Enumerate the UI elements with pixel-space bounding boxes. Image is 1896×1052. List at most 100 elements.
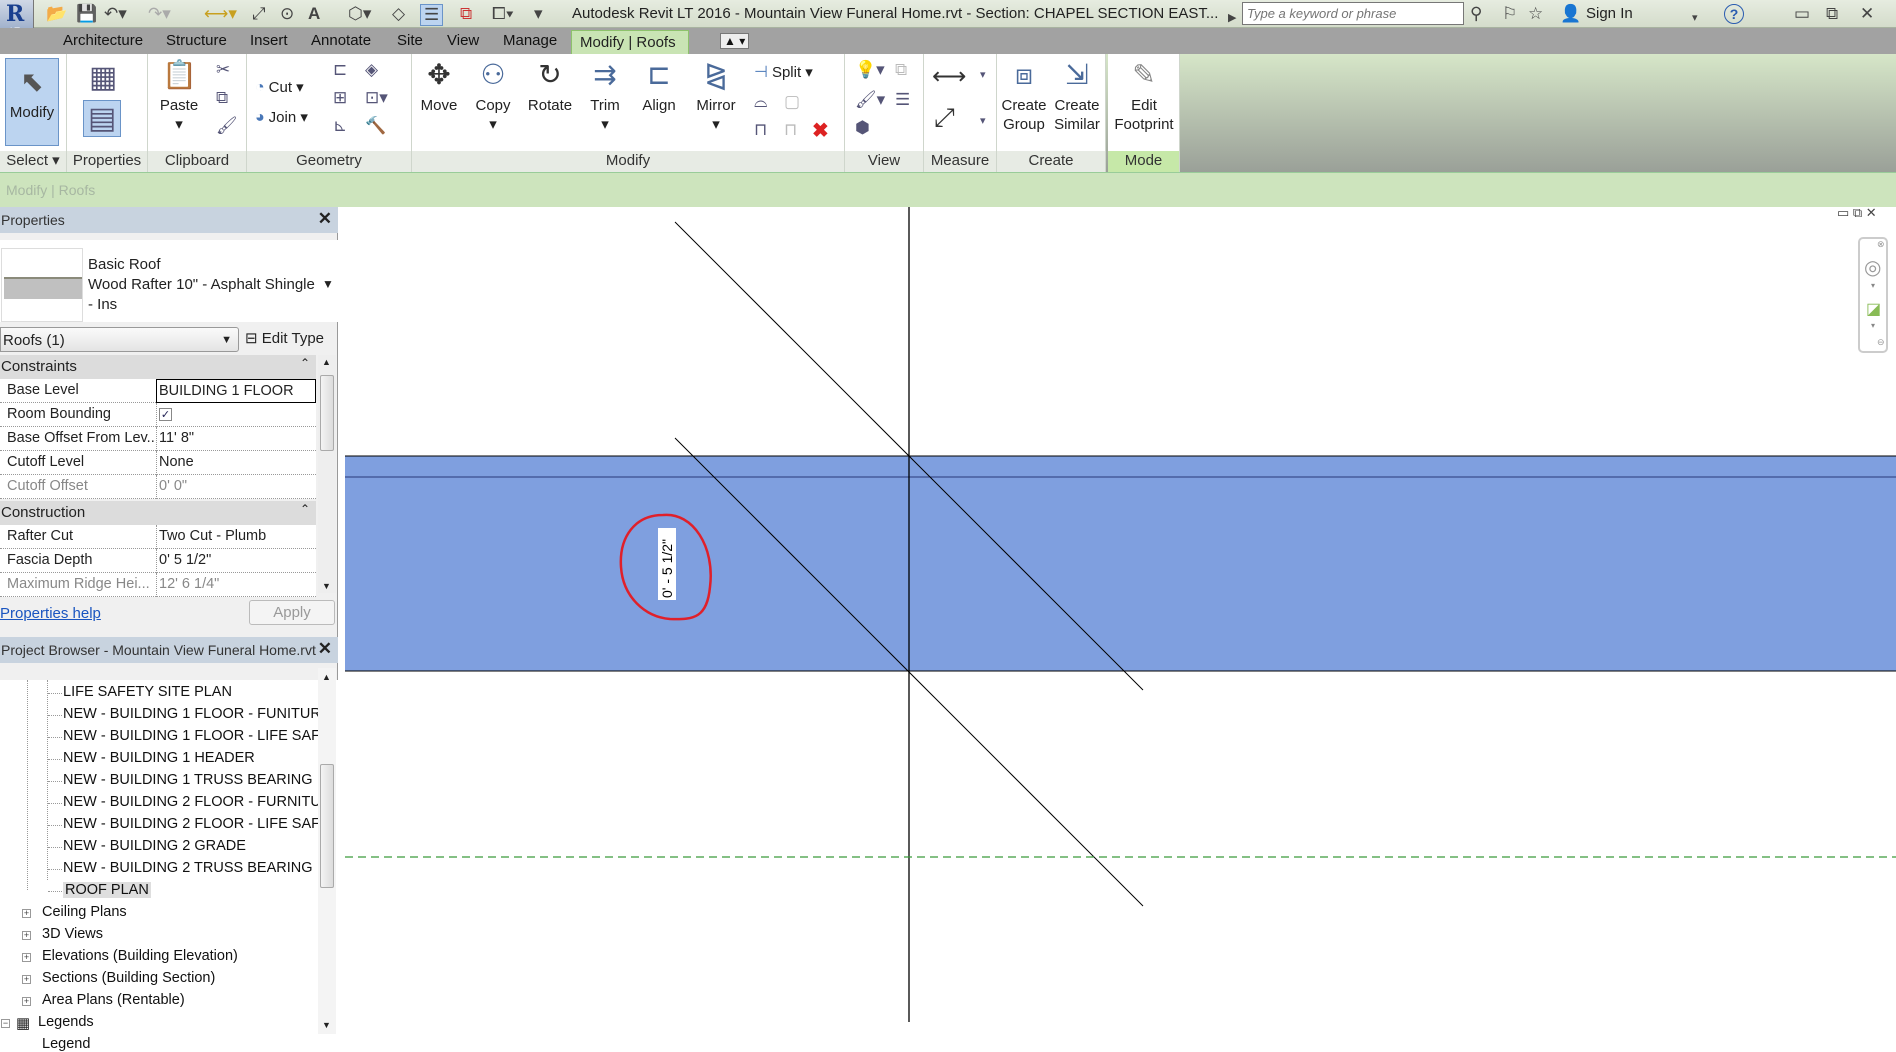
browser-legend-item[interactable]: Legend [42, 1036, 90, 1052]
property-value[interactable]: Two Cut - Plumb [156, 525, 316, 549]
minimize-icon[interactable]: ▭ [1794, 4, 1810, 24]
thin-lines-icon[interactable]: ☰ [420, 4, 444, 26]
beam-column-join-icon[interactable]: ⊾ [333, 116, 347, 136]
scroll-thumb[interactable] [320, 375, 334, 451]
steering-wheel-2d-icon[interactable]: ◎ [1864, 255, 1881, 280]
property-value[interactable]: None [156, 451, 316, 475]
close-browser-icon[interactable]: ✕ [318, 639, 332, 659]
redo-icon[interactable]: ↷▾ [148, 4, 171, 24]
tab-structure[interactable]: Structure [166, 32, 227, 49]
browser-group-item[interactable]: Area Plans (Rentable) [42, 992, 185, 1008]
section-icon[interactable]: ◇ [392, 4, 405, 24]
subscription-icon[interactable]: ⚐ [1502, 4, 1517, 24]
3d-view-icon[interactable]: ⬡▾ [348, 4, 371, 24]
browser-view-item[interactable]: NEW - BUILDING 1 TRUSS BEARING [63, 772, 313, 788]
navbar-options-icon[interactable]: ⊖ [1877, 337, 1885, 348]
favorites-star-icon[interactable]: ☆ [1528, 4, 1543, 24]
browser-view-item[interactable]: ROOF PLAN [63, 882, 151, 898]
wheel-dropdown-icon[interactable]: ▾ [1871, 281, 1875, 290]
tab-insert[interactable]: Insert [250, 32, 288, 49]
align-button[interactable]: ⊏ Align [634, 58, 684, 115]
match-properties-icon[interactable]: 🖌 [216, 116, 238, 136]
view-window-controls[interactable]: ▭ ⧉ ✕ [1837, 205, 1877, 221]
browser-view-item[interactable]: NEW - BUILDING 1 FLOOR - FUNITURE [63, 706, 318, 722]
join-unjoin-roof-icon[interactable]: ⊡▾ [365, 88, 388, 108]
move-button[interactable]: ✥ Move [416, 58, 462, 115]
edit-footprint-button[interactable]: ✎ Edit Footprint [1110, 58, 1178, 134]
tab-manage[interactable]: Manage [503, 32, 557, 49]
browser-view-item[interactable]: NEW - BUILDING 2 FLOOR - LIFE SAFETY [63, 816, 318, 832]
demolish-hammer-icon[interactable]: 🔨 [365, 116, 386, 136]
property-group-constraints[interactable]: Constraints ⌃ [0, 355, 316, 379]
drawing-canvas[interactable]: 0' - 5 1/2" ▭ ⧉ ✕ [345, 205, 1896, 1034]
sign-in-dropdown-icon[interactable]: ▾ [1692, 8, 1698, 28]
open-icon[interactable]: 📂 [46, 4, 67, 24]
edit-type-button[interactable]: ⊟ Edit Type [245, 329, 324, 347]
browser-view-item[interactable]: NEW - BUILDING 2 TRUSS BEARING [63, 860, 313, 876]
type-dropdown-icon[interactable]: ▼ [322, 277, 334, 291]
room-bounding-checkbox[interactable]: ✓ [159, 408, 172, 421]
property-value[interactable]: BUILDING 1 FLOOR [156, 379, 316, 403]
expand-search-icon[interactable]: ▶ [1228, 8, 1236, 28]
close-navbar-icon[interactable]: ⊗ [1877, 239, 1885, 250]
paint-icon[interactable]: ◈ [365, 60, 378, 80]
paste-button[interactable]: 📋 Paste ▾ [156, 58, 202, 134]
measure-dropdown-icon[interactable]: ▾ [980, 68, 986, 81]
scroll-up-icon[interactable]: ▲ [322, 357, 331, 367]
instance-filter-dropdown[interactable]: Roofs (1) ▼ [0, 327, 239, 352]
property-value[interactable]: 12' 6 1/4" [156, 573, 316, 597]
save-icon[interactable]: 💾 [76, 4, 97, 24]
split-button[interactable]: ⊣ Split ▾ [754, 62, 813, 82]
property-value[interactable]: 11' 8" [156, 427, 316, 451]
apply-button[interactable]: Apply [249, 600, 335, 625]
pin-icon[interactable]: ⊓ [754, 120, 767, 140]
expand-icon[interactable]: + [22, 975, 31, 984]
browser-view-item[interactable]: NEW - BUILDING 2 GRADE [63, 838, 246, 854]
help-icon[interactable]: ? [1724, 4, 1744, 24]
delete-icon[interactable]: ✖ [812, 118, 829, 143]
type-properties-icon[interactable]: ▦ [89, 60, 117, 95]
text-icon[interactable]: A [308, 4, 320, 24]
hide-in-view-icon[interactable]: 💡▾ [855, 60, 885, 80]
property-value[interactable]: 0' 5 1/2" [156, 549, 316, 573]
tab-modify-roofs[interactable]: Modify | Roofs [571, 30, 689, 54]
sign-in-button[interactable]: Sign In [1586, 5, 1633, 22]
restore-icon[interactable]: ⧉ [1826, 4, 1838, 24]
browser-group-item[interactable]: 3D Views [42, 926, 103, 942]
expand-icon[interactable]: + [22, 931, 31, 940]
mirror-button[interactable]: ⧎ Mirror ▾ [690, 58, 742, 134]
property-group-construction[interactable]: Construction ⌃ [0, 501, 316, 525]
property-value[interactable]: ✓ [156, 403, 316, 427]
expand-icon[interactable]: + [22, 909, 31, 918]
measure-between-references-icon[interactable]: ⟷ [932, 62, 966, 91]
tag-icon[interactable]: ⊙ [280, 4, 294, 24]
properties-help-link[interactable]: Properties help [0, 605, 101, 622]
selection-box-icon[interactable]: ⬢ [855, 118, 870, 138]
scroll-down-icon[interactable]: ▼ [322, 1020, 331, 1030]
roof-element-selected[interactable] [345, 456, 1896, 671]
type-selector[interactable]: Basic Roof Wood Rafter 10" - Asphalt Shi… [0, 240, 338, 322]
minimize-ribbon-icon[interactable]: ▲ ▾ [720, 33, 750, 49]
panel-label-select[interactable]: Select ▾ [0, 151, 66, 172]
tab-annotate[interactable]: Annotate [311, 32, 371, 49]
scroll-up-icon[interactable]: ▲ [322, 672, 331, 682]
browser-view-item[interactable]: NEW - BUILDING 1 FLOOR - LIFE SAFETY [63, 728, 318, 744]
aligned-dimension-tool-icon[interactable]: ⤢ [934, 102, 955, 134]
modify-button[interactable]: ⬉ Modify [5, 58, 59, 146]
expand-icon[interactable]: + [22, 953, 31, 962]
trim-button[interactable]: ⇉ Trim ▾ [582, 58, 628, 134]
browser-view-item[interactable]: NEW - BUILDING 2 FLOOR - FURNITURE [63, 794, 318, 810]
linework-brush-icon[interactable]: 🖌▾ [855, 90, 885, 110]
thin-lines-view-icon[interactable]: ☰ [895, 90, 910, 110]
dimension-dropdown-icon[interactable]: ▾ [980, 114, 986, 127]
tab-architecture[interactable]: Architecture [63, 32, 143, 49]
cut-geometry-button[interactable]: ◔ Cut ▾ [255, 78, 304, 97]
binoculars-icon[interactable]: ⚲ [1470, 4, 1482, 24]
browser-group-item[interactable]: Ceiling Plans [42, 904, 127, 920]
split-face-icon[interactable]: ⊞ [333, 88, 347, 108]
property-value[interactable]: 0' 0" [156, 475, 316, 499]
properties-icon[interactable]: ▤ [83, 100, 122, 137]
browser-view-item[interactable]: NEW - BUILDING 1 HEADER [63, 750, 255, 766]
wall-joins-icon[interactable]: ⊏ [333, 60, 347, 80]
properties-scrollbar[interactable]: ▲ ▼ [318, 355, 336, 593]
